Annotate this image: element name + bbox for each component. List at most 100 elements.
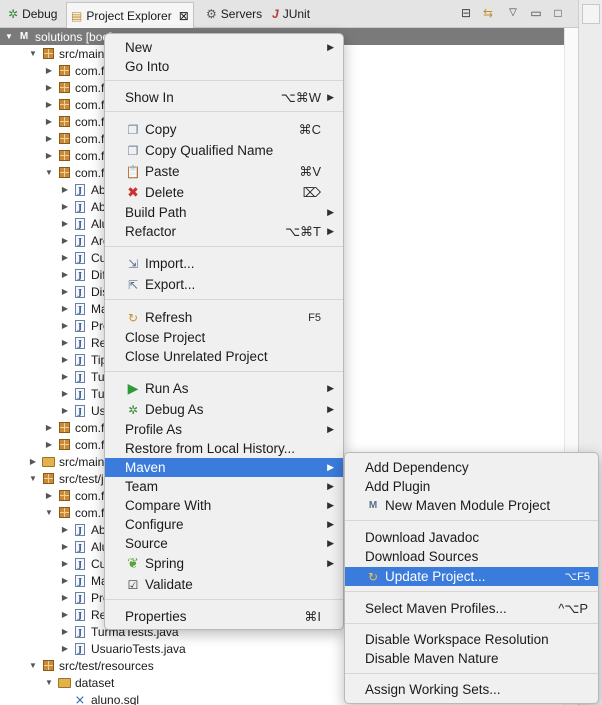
collapse-arrow-icon[interactable]: ▶ <box>44 491 54 500</box>
tree-row-java-file[interactable]: ▶ J Tur <box>0 368 109 385</box>
collapse-arrow-icon[interactable]: ▶ <box>44 66 54 75</box>
tree-row-java-file[interactable]: ▶ J Ab <box>0 181 106 198</box>
menu-item-compare-with[interactable]: Compare With ▶ <box>105 496 343 515</box>
menu-item-add-dependency[interactable]: Add Dependency <box>345 458 598 477</box>
menu-item-select-maven-profiles[interactable]: Select Maven Profiles... ^⌥P <box>345 599 598 618</box>
tree-row-package[interactable]: ▶ com.fl <box>0 79 107 96</box>
tree-row-java-file[interactable]: ▶ J Dif <box>0 266 106 283</box>
collapse-arrow-icon[interactable]: ▶ <box>60 270 70 279</box>
menu-item-team[interactable]: Team ▶ <box>105 477 343 496</box>
tree-row-java-file[interactable]: ▶ J Ab <box>0 198 106 215</box>
tree-row-source-folder[interactable]: ▶ src/main/ <box>0 453 108 470</box>
menu-item-restore-local-history[interactable]: Restore from Local History... <box>105 439 343 458</box>
collapse-arrow-icon[interactable]: ▶ <box>60 576 70 585</box>
collapse-arrow-icon[interactable]: ▶ <box>60 372 70 381</box>
menu-item-paste[interactable]: 📋 Paste ⌘V <box>105 162 343 181</box>
expand-arrow-icon[interactable]: ▼ <box>28 661 38 670</box>
collapse-arrow-icon[interactable]: ▶ <box>60 644 70 653</box>
tree-row-java-file[interactable]: ▶ J Ret <box>0 606 110 623</box>
collapse-arrow-icon[interactable]: ▶ <box>28 457 38 466</box>
tree-row-java-file[interactable]: ▶ J Ret <box>0 334 110 351</box>
collapse-arrow-icon[interactable]: ▶ <box>60 202 70 211</box>
tree-row-java-file[interactable]: ▶ J Are <box>0 232 110 249</box>
expand-arrow-icon[interactable]: ▼ <box>28 49 38 58</box>
tree-row-package[interactable]: ▶ com.fl <box>0 130 107 147</box>
expand-arrow-icon[interactable]: ▼ <box>28 474 38 483</box>
collapse-arrow-icon[interactable]: ▶ <box>44 151 54 160</box>
link-with-editor-icon[interactable]: ⇆ <box>480 5 496 21</box>
menu-item-assign-working-sets[interactable]: Assign Working Sets... <box>345 680 598 699</box>
expand-arrow-icon[interactable]: ▼ <box>4 32 14 41</box>
menu-item-validate[interactable]: ☑ Validate <box>105 575 343 594</box>
collapse-arrow-icon[interactable]: ▶ <box>60 406 70 415</box>
collapse-arrow-icon[interactable]: ▶ <box>44 117 54 126</box>
menu-item-refresh[interactable]: ↻ Refresh F5 <box>105 308 343 327</box>
tree-row-source-folder[interactable]: ▼ src/test/resources <box>0 657 154 674</box>
menu-item-source[interactable]: Source ▶ <box>105 534 343 553</box>
menu-item-import[interactable]: ⇲ Import... <box>105 254 343 273</box>
menu-item-refactor[interactable]: Refactor ⌥⌘T ▶ <box>105 222 343 241</box>
tab-debug[interactable]: ✲ Debug <box>4 3 61 25</box>
menu-item-copy[interactable]: ❐ Copy ⌘C <box>105 120 343 139</box>
tree-row-package[interactable]: ▶ com.fl <box>0 419 107 436</box>
tree-row-java-file[interactable]: ▶ J Usu <box>0 402 112 419</box>
collapse-arrow-icon[interactable]: ▶ <box>60 525 70 534</box>
collapse-arrow-icon[interactable]: ▶ <box>60 236 70 245</box>
tab-junit[interactable]: J JUnit <box>268 3 314 25</box>
collapse-arrow-icon[interactable]: ▶ <box>60 253 70 262</box>
collapse-arrow-icon[interactable]: ▶ <box>44 100 54 109</box>
menu-item-export[interactable]: ⇱ Export... <box>105 275 343 294</box>
tree-row-java-file[interactable]: ▶ J Cu <box>0 249 106 266</box>
tree-row-java-file[interactable]: ▶ J Alu <box>0 215 108 232</box>
menu-item-close-unrelated-project[interactable]: Close Unrelated Project <box>105 347 343 366</box>
tree-row-package[interactable]: ▶ com.fl <box>0 96 107 113</box>
tree-row-java-file[interactable]: ▶ J Alu <box>0 538 108 555</box>
tree-row-package-expanded[interactable]: ▼ com.fl <box>0 504 107 521</box>
menu-item-spring[interactable]: ❦ Spring ▶ <box>105 554 343 573</box>
menu-item-disable-maven-nature[interactable]: Disable Maven Nature <box>345 649 598 668</box>
menu-item-build-path[interactable]: Build Path ▶ <box>105 203 343 222</box>
menu-item-disable-workspace-resolution[interactable]: Disable Workspace Resolution <box>345 630 598 649</box>
collapse-arrow-icon[interactable]: ▶ <box>60 287 70 296</box>
tree-row-java-file[interactable]: ▶ J Ma <box>0 572 108 589</box>
collapse-arrow-icon[interactable]: ▶ <box>60 389 70 398</box>
expand-arrow-icon[interactable]: ▼ <box>44 678 54 687</box>
menu-item-delete[interactable]: ✖ Delete ⌦ <box>105 183 343 202</box>
tab-servers[interactable]: ⚙ Servers <box>202 3 266 25</box>
tree-row-package-expanded[interactable]: ▼ com.fl <box>0 164 107 181</box>
tree-row-folder[interactable]: ▼ dataset <box>0 674 114 691</box>
menu-item-properties[interactable]: Properties ⌘I <box>105 607 343 626</box>
collapse-arrow-icon[interactable]: ▶ <box>60 542 70 551</box>
tree-row-java-file[interactable]: ▶ J Tip <box>0 351 107 368</box>
tree-row-java-file[interactable]: ▶ J Ab <box>0 521 106 538</box>
menu-item-configure[interactable]: Configure ▶ <box>105 515 343 534</box>
collapse-all-icon[interactable]: ⊟ <box>458 5 474 21</box>
menu-item-copy-qualified-name[interactable]: ❐ Copy Qualified Name <box>105 141 343 160</box>
tree-row-java-file[interactable]: ▶ J UsuarioTests.java <box>0 640 186 657</box>
tree-row-src-main-java[interactable]: ▼ src/main/ <box>0 45 108 62</box>
tree-row-sql-file[interactable]: ⨯ aluno.sql <box>0 691 140 705</box>
tree-row-package[interactable]: ▶ com.fl <box>0 487 107 504</box>
tree-row-source-folder[interactable]: ▼ src/test/j <box>0 470 104 487</box>
menu-item-add-plugin[interactable]: Add Plugin <box>345 477 598 496</box>
tree-row-package[interactable]: ▶ com.fl <box>0 62 107 79</box>
collapse-arrow-icon[interactable]: ▶ <box>60 321 70 330</box>
tree-row-java-file[interactable]: ▶ J Pro <box>0 317 110 334</box>
collapse-arrow-icon[interactable]: ▶ <box>60 185 70 194</box>
menu-item-run-as[interactable]: ▶ Run As ▶ <box>105 379 343 398</box>
menu-item-profile-as[interactable]: Profile As ▶ <box>105 420 343 439</box>
tab-project-explorer[interactable]: ▤ Project Explorer ⊠ <box>66 2 194 28</box>
menu-item-debug-as[interactable]: ✲ Debug As ▶ <box>105 400 343 419</box>
close-tab-icon[interactable]: ⊠ <box>179 9 189 23</box>
menu-item-new[interactable]: New ▶ <box>105 38 343 57</box>
collapse-arrow-icon[interactable]: ▶ <box>60 338 70 347</box>
minimize-icon[interactable]: ▭ <box>528 5 544 21</box>
tree-row-package[interactable]: ▶ com.fl <box>0 436 107 453</box>
tree-row-package[interactable]: ▶ com.fl <box>0 147 107 164</box>
tree-row-java-file[interactable]: ▶ J Tur <box>0 385 109 402</box>
menu-item-update-project[interactable]: ↻ Update Project... ⌥F5 <box>345 567 598 586</box>
collapse-arrow-icon[interactable]: ▶ <box>44 83 54 92</box>
collapse-arrow-icon[interactable]: ▶ <box>44 440 54 449</box>
tree-row-java-file[interactable]: ▶ J Pro <box>0 589 110 606</box>
collapse-arrow-icon[interactable]: ▶ <box>44 423 54 432</box>
